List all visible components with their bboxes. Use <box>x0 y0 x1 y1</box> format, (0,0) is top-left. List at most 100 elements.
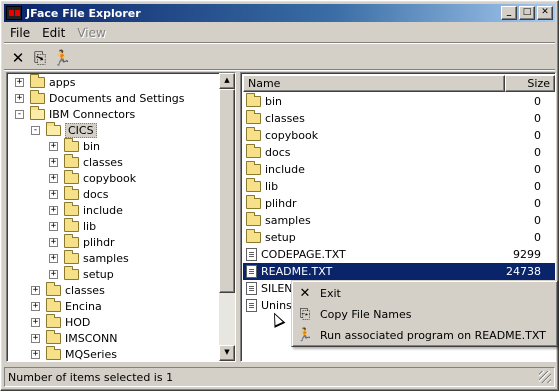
expand-icon[interactable]: + <box>49 269 58 279</box>
expand-icon[interactable]: + <box>31 349 40 359</box>
table-row[interactable]: setup 0 <box>243 229 555 246</box>
tree-item[interactable]: + setup <box>49 265 114 282</box>
expand-icon[interactable]: + <box>31 333 40 343</box>
name-cell: CODEPAGE.TXT <box>243 248 505 261</box>
context-item-exit[interactable]: ✕ Exit <box>294 283 555 304</box>
file-icon <box>246 265 257 278</box>
table-row[interactable]: README.TXT 24738 <box>243 263 555 280</box>
tree-item[interactable]: + classes <box>31 281 105 298</box>
tree-item[interactable]: + lib <box>49 217 97 234</box>
tree-item[interactable]: + Encina <box>31 297 102 314</box>
expand-icon[interactable]: + <box>15 77 24 87</box>
maximize-button[interactable]: □ <box>519 6 535 20</box>
tree-item[interactable]: + classes <box>49 153 123 170</box>
collapse-icon[interactable]: - <box>15 109 24 119</box>
collapse-icon[interactable]: - <box>31 125 40 135</box>
tree-item-label: bin <box>83 139 101 153</box>
expand-icon[interactable]: + <box>49 253 58 263</box>
menu-edit[interactable]: Edit <box>36 26 71 40</box>
folder-icon <box>46 329 61 344</box>
table-row[interactable]: lib 0 <box>243 178 555 195</box>
app-window: JFace File Explorer _ □ ✕ File Edit View… <box>0 0 559 391</box>
tree-item[interactable]: + HOD <box>31 313 90 330</box>
tree-item[interactable]: + include <box>49 201 123 218</box>
scroll-thumb[interactable] <box>219 89 235 293</box>
table-row[interactable]: classes 0 <box>243 110 555 127</box>
name-cell: docs <box>243 144 505 159</box>
tree-item[interactable]: - IBM Connectors <box>15 105 135 122</box>
context-item-label: Copy File Names <box>320 308 412 321</box>
tree-item-label: docs <box>83 187 109 201</box>
table-header: Name Size <box>243 75 555 92</box>
close-button[interactable]: ✕ <box>537 6 553 20</box>
tree-item-label: lib <box>83 219 97 233</box>
expand-icon[interactable]: + <box>49 205 58 215</box>
close-icon[interactable]: ✕ <box>7 47 29 69</box>
tree-item[interactable]: + bin <box>49 137 101 154</box>
tree-item[interactable]: + docs <box>49 185 109 202</box>
tree-item[interactable]: + plihdr <box>49 233 115 250</box>
run-icon[interactable]: 🏃 <box>51 47 73 69</box>
expand-icon[interactable]: + <box>49 189 58 199</box>
expand-icon[interactable]: + <box>31 285 40 295</box>
name-cell: samples <box>243 212 505 227</box>
column-header-name[interactable]: Name <box>243 75 505 92</box>
name-cell: README.TXT <box>243 265 505 278</box>
expand-icon[interactable]: + <box>31 317 40 327</box>
table-row[interactable]: docs 0 <box>243 144 555 161</box>
close-icon: ✕ <box>299 286 311 301</box>
minimize-button[interactable]: _ <box>501 6 517 20</box>
table-row[interactable]: plihdr 0 <box>243 195 555 212</box>
file-icon <box>246 282 257 295</box>
expand-icon[interactable]: + <box>49 221 58 231</box>
table-row[interactable]: samples 0 <box>243 212 555 229</box>
menu-file[interactable]: File <box>4 26 36 40</box>
file-icon <box>246 248 257 261</box>
table-row[interactable]: CODEPAGE.TXT 9299 <box>243 246 555 263</box>
expand-icon[interactable]: + <box>49 141 58 151</box>
file-name: include <box>265 163 305 176</box>
tree-item[interactable]: - CICS <box>31 121 97 138</box>
table-row[interactable]: include 0 <box>243 161 555 178</box>
scroll-up-button[interactable]: ▲ <box>219 73 235 89</box>
title-bar[interactable]: JFace File Explorer _ □ ✕ <box>4 4 555 22</box>
file-name: copybook <box>265 129 319 142</box>
context-item-run-program[interactable]: 🏃 Run associated program on README.TXT <box>294 325 555 346</box>
folder-icon <box>30 89 45 104</box>
file-name: CODEPAGE.TXT <box>261 248 346 261</box>
size-cell: 0 <box>534 197 541 210</box>
tree-item[interactable]: + IMSCONN <box>31 329 118 346</box>
expand-icon[interactable]: + <box>49 237 58 247</box>
expand-icon[interactable]: + <box>49 173 58 183</box>
name-cell: include <box>243 161 505 176</box>
expand-icon[interactable]: + <box>15 93 24 103</box>
resize-grip-icon[interactable] <box>539 371 551 383</box>
expand-icon[interactable]: + <box>49 157 58 167</box>
folder-icon <box>46 121 61 136</box>
tree-item[interactable]: + MQSeries <box>31 345 117 361</box>
tree-item-label: IMSCONN <box>65 331 118 345</box>
tree-item[interactable]: + copybook <box>49 169 137 186</box>
tree-item-label: classes <box>65 283 105 297</box>
name-cell: setup <box>243 229 505 244</box>
tree-item-label: classes <box>83 155 123 169</box>
column-header-size[interactable]: Size <box>505 75 555 92</box>
name-cell: copybook <box>243 127 505 142</box>
table-row[interactable]: bin 0 <box>243 93 555 110</box>
size-cell: 0 <box>534 129 541 142</box>
table-row[interactable]: copybook 0 <box>243 127 555 144</box>
copy-icon[interactable]: ⎘ <box>29 47 51 69</box>
scroll-down-button[interactable]: ▼ <box>219 345 235 361</box>
context-item-copy-file-names[interactable]: ⎘ Copy File Names <box>294 304 555 325</box>
tree-item[interactable]: + samples <box>49 249 129 266</box>
expand-icon[interactable]: + <box>31 301 40 311</box>
file-name: samples <box>265 214 311 227</box>
tree-item-label: copybook <box>83 171 137 185</box>
tree-item[interactable]: + apps <box>15 73 75 90</box>
folder-icon <box>64 217 79 232</box>
menu-view[interactable]: View <box>71 26 111 40</box>
folder-tree[interactable]: ▲ ▼ + apps + Documents and Settings - IBM Con… <box>6 72 236 362</box>
tree-item[interactable]: + Documents and Settings <box>15 89 185 106</box>
tree-scrollbar[interactable]: ▲ ▼ <box>219 73 235 361</box>
folder-icon <box>246 212 261 226</box>
